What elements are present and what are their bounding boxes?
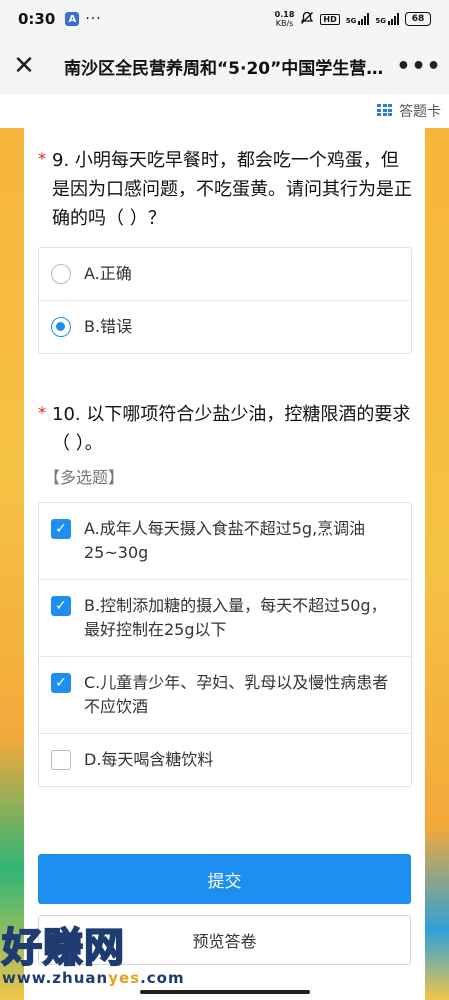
grid-icon: [377, 104, 393, 118]
network-speed-unit: KB/s: [275, 19, 294, 28]
watermark-url-part-1: www.zhuan: [2, 969, 109, 987]
network-speed-value: 0.18: [274, 10, 295, 19]
option-9b[interactable]: B.错误: [39, 300, 411, 353]
answer-sheet-label: 答题卡: [399, 104, 441, 120]
site-watermark: 好赚网 www.zhuanyes.com: [1, 915, 202, 995]
app-notification-icon: A: [65, 12, 80, 26]
checkbox-unchecked-icon[interactable]: [51, 750, 71, 770]
question-10: * 10. 以下哪项符合少盐少油，控糖限酒的要求（ ）。 【多选题】 ✓ A.成…: [38, 400, 412, 787]
watermark-url-part-2: yes: [108, 969, 141, 987]
answer-sheet-button[interactable]: 答题卡: [377, 101, 441, 121]
close-icon[interactable]: ✕: [0, 38, 48, 94]
question-9-text: 9. 小明每天吃早餐时，都会吃一个鸡蛋，但是因为口感问题，不吃蛋黄。请问其行为是…: [52, 150, 412, 229]
signal-label-1: 5G: [345, 17, 357, 25]
question-10-text: 10. 以下哪项符合少盐少油，控糖限酒的要求（ ）。: [52, 404, 411, 454]
option-10c-label: C.儿童青少年、孕妇、乳母以及慢性病患者不应饮酒: [84, 673, 389, 716]
required-mark: *: [38, 149, 46, 168]
network-speed: 0.18 KB/s: [275, 10, 295, 28]
hd-icon: HD: [320, 13, 340, 25]
option-10c[interactable]: ✓ C.儿童青少年、孕妇、乳母以及慢性病患者不应饮酒: [39, 656, 411, 733]
question-10-title: * 10. 以下哪项符合少盐少油，控糖限酒的要求（ ）。: [38, 400, 412, 458]
home-indicator[interactable]: [140, 990, 310, 994]
status-time: 0:30: [18, 10, 56, 28]
decorative-background-left: [0, 128, 24, 1000]
questionnaire-card: * 9. 小明每天吃早餐时，都会吃一个鸡蛋，但是因为口感问题，不吃蛋黄。请问其行…: [24, 128, 425, 1000]
battery-icon: 68: [405, 12, 431, 26]
more-menu-icon[interactable]: •••: [389, 38, 449, 94]
watermark-url-part-3: .com: [140, 969, 185, 987]
mute-icon: [300, 11, 314, 28]
question-9: * 9. 小明每天吃早餐时，都会吃一个鸡蛋，但是因为口感问题，不吃蛋黄。请问其行…: [38, 146, 412, 354]
submit-button[interactable]: 提交: [38, 854, 411, 904]
question-10-type-hint: 【多选题】: [44, 468, 125, 487]
required-mark: *: [38, 403, 46, 422]
watermark-logo-text: 好赚网: [1, 924, 125, 972]
option-9b-label: B.错误: [84, 317, 133, 336]
checkbox-checked-icon[interactable]: ✓: [51, 519, 71, 539]
option-9a-label: A.正确: [84, 264, 132, 283]
option-10a[interactable]: ✓ A.成年人每天摄入食盐不超过5g,烹调油25~30g: [39, 503, 411, 579]
nav-bar: ✕ 南沙区全民营养周和“5·20”中国学生营养日… •••: [0, 38, 449, 94]
watermark-url: www.zhuanyes.com: [2, 969, 202, 987]
status-bar: 0:30 A ··· 0.18 KB/s HD 5G 5G 68: [0, 0, 449, 38]
signal-icon-2: 5G: [375, 13, 399, 25]
question-10-options: ✓ A.成年人每天摄入食盐不超过5g,烹调油25~30g ✓ B.控制添加糖的摄…: [38, 502, 412, 787]
status-indicators: 0.18 KB/s HD 5G 5G 68: [275, 10, 431, 28]
option-10a-label: A.成年人每天摄入食盐不超过5g,烹调油25~30g: [84, 519, 366, 562]
more-notifications-icon: ···: [85, 11, 102, 27]
checkbox-checked-icon[interactable]: ✓: [51, 596, 71, 616]
question-9-title: * 9. 小明每天吃早餐时，都会吃一个鸡蛋，但是因为口感问题，不吃蛋黄。请问其行…: [38, 146, 412, 233]
option-10d-label: D.每天喝含糖饮料: [84, 750, 214, 769]
answer-sheet-bar: 答题卡: [0, 94, 449, 128]
signal-label-2: 5G: [375, 17, 386, 25]
option-10b[interactable]: ✓ B.控制添加糖的摄入量，每天不超过50g，最好控制在25g以下: [39, 579, 411, 656]
page-title: 南沙区全民营养周和“5·20”中国学生营养日…: [64, 58, 389, 79]
option-10d[interactable]: D.每天喝含糖饮料: [39, 733, 411, 786]
checkbox-checked-icon[interactable]: ✓: [51, 673, 71, 693]
radio-unselected-icon[interactable]: [51, 264, 71, 284]
decorative-background-right: [425, 128, 449, 1000]
option-10b-label: B.控制添加糖的摄入量，每天不超过50g，最好控制在25g以下: [84, 596, 387, 639]
question-9-options: A.正确 B.错误: [38, 247, 412, 354]
signal-icon-1: 5G: [346, 13, 370, 25]
radio-selected-icon[interactable]: [51, 317, 71, 337]
option-9a[interactable]: A.正确: [39, 248, 411, 300]
